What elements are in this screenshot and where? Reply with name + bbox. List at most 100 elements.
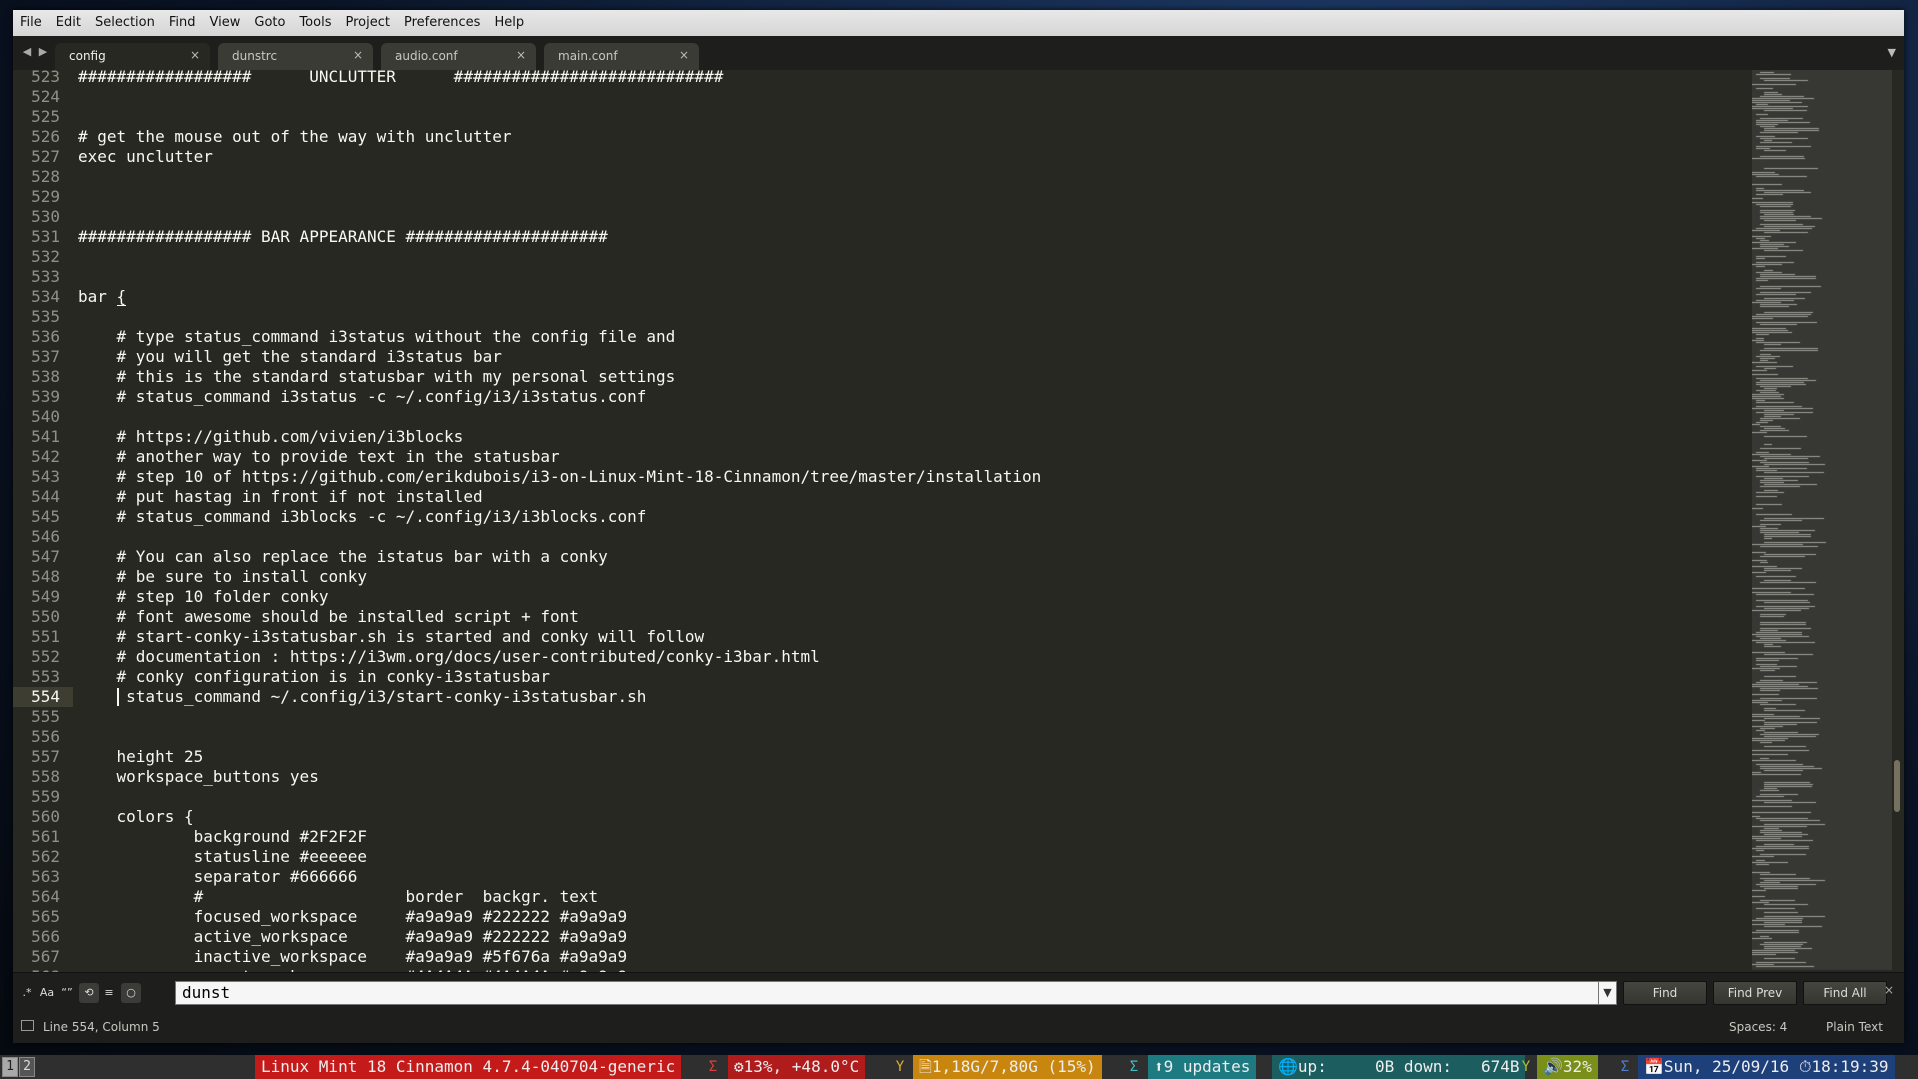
- menu-project[interactable]: Project: [338, 10, 396, 36]
- code-line: # status_command i3blocks -c ~/.config/i…: [78, 507, 647, 526]
- line-number: 553: [31, 667, 60, 686]
- line-number: 541: [31, 427, 60, 446]
- line-number: 529: [31, 187, 60, 206]
- menu-preferences[interactable]: Preferences: [397, 10, 487, 36]
- tab-audio-conf[interactable]: audio.conf ×: [381, 43, 536, 70]
- tab-main-conf[interactable]: main.conf ×: [544, 43, 699, 70]
- line-number: 548: [31, 567, 60, 586]
- code-line: active_workspace #a9a9a9 #222222 #a9a9a9: [78, 927, 628, 946]
- in-selection-icon[interactable]: ≡: [99, 983, 119, 1003]
- chevron-down-icon[interactable]: ▼: [1599, 981, 1617, 1005]
- code-area[interactable]: ################## UNCLUTTER ###########…: [78, 70, 1738, 972]
- updates-block: ⬆9 updates: [1148, 1055, 1257, 1079]
- case-sensitive-icon[interactable]: Aa: [37, 983, 57, 1003]
- code-line: # this is the standard statusbar with my…: [78, 367, 676, 386]
- whole-word-icon[interactable]: “”: [57, 983, 77, 1003]
- code-line: exec unclutter: [78, 147, 213, 166]
- close-icon[interactable]: ×: [679, 48, 689, 62]
- find-prev-button[interactable]: Find Prev: [1713, 981, 1797, 1005]
- tab-label: dunstrc: [232, 49, 278, 63]
- menu-find[interactable]: Find: [162, 10, 203, 36]
- find-all-button[interactable]: Find All: [1803, 981, 1887, 1005]
- line-number: 526: [31, 127, 60, 146]
- workspace-button-2[interactable]: 2: [19, 1057, 35, 1077]
- wrap-icon[interactable]: ⟲: [79, 983, 99, 1003]
- menu-view[interactable]: View: [203, 10, 248, 36]
- line-number: 559: [31, 787, 60, 806]
- separator-y: Y: [1521, 1059, 1531, 1075]
- scrollbar-thumb[interactable]: [1894, 760, 1900, 812]
- close-icon[interactable]: ×: [353, 48, 363, 62]
- line-number: 542: [31, 447, 60, 466]
- line-number: 533: [31, 267, 60, 286]
- line-number: 546: [31, 527, 60, 546]
- line-number: 551: [31, 627, 60, 646]
- text-cursor: [116, 688, 119, 706]
- date-block: 📅Sun, 25/09/16: [1638, 1055, 1796, 1079]
- close-icon[interactable]: ×: [190, 48, 200, 62]
- code-line: height 25: [78, 747, 204, 766]
- line-number: 545: [31, 507, 60, 526]
- menu-goto[interactable]: Goto: [247, 10, 292, 36]
- tab-prev-icon[interactable]: ◀: [19, 44, 35, 60]
- code-line: focused_workspace #a9a9a9 #222222 #a9a9a…: [78, 907, 628, 926]
- line-number: 530: [31, 207, 60, 226]
- line-number: 562: [31, 847, 60, 866]
- menu-edit[interactable]: Edit: [49, 10, 88, 36]
- find-panel: .* Aa “” ⟲ ≡ ○ dunst ▼ Find Find Prev Fi…: [13, 972, 1904, 1012]
- menu-selection[interactable]: Selection: [88, 10, 162, 36]
- line-number: 565: [31, 907, 60, 926]
- tab-label: main.conf: [558, 49, 618, 63]
- minimap[interactable]: [1738, 70, 1904, 972]
- tab-label: audio.conf: [395, 49, 458, 63]
- code-line: workspace_buttons yes: [78, 767, 319, 786]
- line-number: 536: [31, 327, 60, 346]
- line-number: 538: [31, 367, 60, 386]
- tab-dunstrc[interactable]: dunstrc ×: [218, 43, 373, 70]
- panel-toggle-icon[interactable]: [21, 1020, 34, 1031]
- line-number: 527: [31, 147, 60, 166]
- line-number: 544: [31, 487, 60, 506]
- find-input[interactable]: dunst: [175, 981, 1599, 1005]
- regex-icon[interactable]: .*: [17, 983, 37, 1003]
- line-number: 539: [31, 387, 60, 406]
- close-icon[interactable]: ×: [1884, 983, 1894, 997]
- code-editor[interactable]: 523 524 525 526 527 528 529 530 531 532 533 534 535 5…: [13, 70, 1904, 972]
- tab-config[interactable]: config ×: [55, 43, 210, 70]
- code-line: bar {: [78, 287, 127, 306]
- close-icon[interactable]: ×: [516, 48, 526, 62]
- line-number: 543: [31, 467, 60, 486]
- cursor-position: Line 554, Column 5: [43, 1020, 160, 1034]
- workspace-button-1[interactable]: 1: [2, 1057, 18, 1077]
- volume-block[interactable]: 🔊32%: [1537, 1055, 1598, 1079]
- network-traffic-block: 🌐up: 0B down: 674B: [1272, 1055, 1526, 1079]
- code-line: # put hastag in front if not installed: [78, 487, 483, 506]
- menu-file[interactable]: File: [13, 10, 49, 36]
- line-number-gutter: 523 524 525 526 527 528 529 530 531 532 533 534 535 5…: [13, 70, 63, 972]
- line-number: 567: [31, 947, 60, 966]
- sublime-text-window: File Edit Selection Find View Goto Tools…: [13, 10, 1904, 1043]
- code-line: # status_command i3status -c ~/.config/i…: [78, 387, 647, 406]
- code-line: # step 10 of https://github.com/erikdubo…: [78, 467, 1042, 486]
- system-info-block: Linux Mint 18 Cinnamon 4.7.4-040704-gene…: [255, 1055, 682, 1079]
- highlight-matches-icon[interactable]: ○: [121, 983, 141, 1003]
- line-number: 552: [31, 647, 60, 666]
- line-number: 525: [31, 107, 60, 126]
- menu-tools[interactable]: Tools: [292, 10, 338, 36]
- indentation-setting[interactable]: Spaces: 4: [1729, 1020, 1787, 1034]
- code-line: colors {: [78, 807, 194, 826]
- separator-sigma: Σ: [708, 1059, 718, 1075]
- code-line: # another way to provide text in the sta…: [78, 447, 560, 466]
- line-number: 558: [31, 767, 60, 786]
- line-number: 566: [31, 927, 60, 946]
- tab-next-icon[interactable]: ▶: [35, 44, 51, 60]
- menu-help[interactable]: Help: [487, 10, 531, 36]
- menu-bar: File Edit Selection Find View Goto Tools…: [13, 10, 1904, 37]
- line-number: 557: [31, 747, 60, 766]
- tab-overflow-icon[interactable]: ▼: [1888, 46, 1896, 59]
- line-number: 547: [31, 547, 60, 566]
- find-button[interactable]: Find: [1623, 981, 1707, 1005]
- line-number: 555: [31, 707, 60, 726]
- syntax-selector[interactable]: Plain Text: [1826, 1020, 1883, 1034]
- line-number: 540: [31, 407, 60, 426]
